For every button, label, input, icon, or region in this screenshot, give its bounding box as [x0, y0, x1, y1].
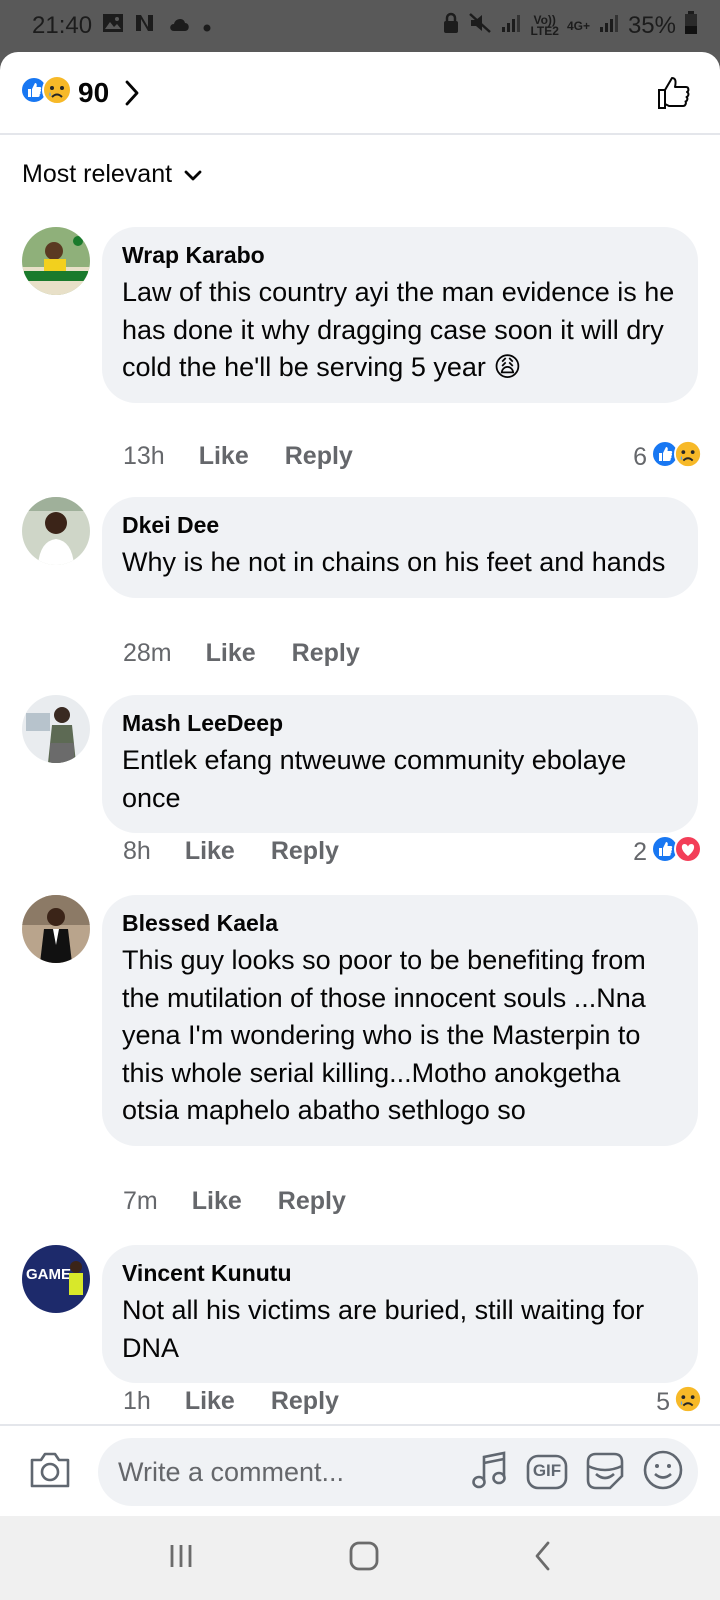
comment-text: Entlek efang ntweuwe community ebolaye o…	[122, 745, 627, 813]
volte-bottom: LTE2	[530, 24, 559, 38]
sort-label: Most relevant	[22, 160, 173, 188]
avatar[interactable]: GAME	[22, 1245, 90, 1313]
comment-reactions[interactable]: 5	[656, 1385, 702, 1420]
comment-text: Law of this country ayi the man evidence…	[122, 277, 675, 382]
comment-time[interactable]: 13h	[123, 442, 165, 471]
reply-button[interactable]: Reply	[271, 1387, 339, 1416]
sad-icon	[674, 440, 702, 475]
like-button[interactable]: Like	[185, 1387, 235, 1416]
comment-bubble[interactable]: Vincent Kunutu Not all his victims are b…	[102, 1245, 698, 1383]
camera-icon[interactable]	[28, 1450, 72, 1495]
comment-reactions[interactable]: 6	[633, 440, 702, 475]
chevron-down-icon	[184, 160, 202, 189]
like-button[interactable]: Like	[199, 442, 249, 471]
comment-time[interactable]: 7m	[123, 1187, 158, 1216]
reply-button[interactable]: Reply	[285, 442, 353, 471]
like-button[interactable]: Like	[206, 639, 256, 668]
netflix-icon	[134, 12, 158, 40]
like-button[interactable]: Like	[192, 1187, 242, 1216]
reaction-icons	[20, 75, 72, 110]
comment-author[interactable]: Dkei Dee	[122, 510, 678, 540]
comment-composer: Write a comment... GIF	[0, 1424, 720, 1516]
comment-placeholder: Write a comment...	[118, 1456, 345, 1487]
mute-icon	[468, 12, 492, 41]
dot-icon	[202, 12, 212, 40]
avatar[interactable]	[22, 497, 90, 565]
gif-icon[interactable]: GIF	[526, 1452, 568, 1492]
comment-actions: 1h Like Reply	[123, 1387, 339, 1416]
avatar[interactable]	[22, 895, 90, 963]
avatar[interactable]	[22, 695, 90, 763]
volte-label: Vo)) LTE2	[530, 14, 559, 38]
comment-author[interactable]: Mash LeeDeep	[122, 708, 678, 738]
comment-time[interactable]: 8h	[123, 837, 151, 866]
comment-actions: 13h Like Reply	[123, 442, 353, 471]
comments-sheet: 90 Most relevant Wrap Karabo Law of this…	[0, 52, 720, 1424]
gif-label: GIF	[532, 1461, 562, 1480]
sad-icon	[674, 1385, 702, 1420]
reply-button[interactable]: Reply	[292, 639, 360, 668]
comment-bubble[interactable]: Blessed Kaela This guy looks so poor to …	[102, 895, 698, 1146]
comment-time[interactable]: 28m	[123, 639, 172, 668]
comment-time[interactable]: 1h	[123, 1387, 151, 1416]
music-icon[interactable]	[470, 1449, 510, 1496]
comment-text: This guy looks so poor to be benefiting …	[122, 945, 646, 1125]
sort-dropdown[interactable]: Most relevant	[22, 160, 202, 189]
status-time: 21:40	[32, 12, 93, 39]
lock-icon	[442, 12, 460, 41]
gallery-icon	[102, 12, 124, 40]
comment-text: Not all his victims are buried, still wa…	[122, 1295, 645, 1363]
like-button[interactable]: Like	[185, 837, 235, 866]
reaction-count: 90	[78, 76, 110, 108]
reaction-count: 6	[633, 443, 647, 471]
reaction-count: 5	[656, 1388, 670, 1416]
avatar[interactable]	[22, 227, 90, 295]
comment-bubble[interactable]: Mash LeeDeep Entlek efang ntweuwe commun…	[102, 695, 698, 833]
comment-author[interactable]: Wrap Karabo	[122, 240, 678, 270]
comment-author[interactable]: Blessed Kaela	[122, 908, 678, 938]
comment-actions: 7m Like Reply	[123, 1187, 346, 1216]
sad-icon	[42, 75, 72, 110]
love-icon	[674, 835, 702, 870]
reactions-header[interactable]: 90	[0, 52, 720, 135]
comment-text: Why is he not in chains on his feet and …	[122, 547, 666, 577]
system-navigation-bar	[0, 1516, 720, 1600]
comment-bubble[interactable]: Dkei Dee Why is he not in chains on his …	[102, 497, 698, 598]
recent-apps-icon[interactable]	[166, 1542, 196, 1575]
sticker-icon[interactable]	[584, 1450, 626, 1495]
signal-icon-2	[598, 12, 620, 40]
comment-bubble[interactable]: Wrap Karabo Law of this country ayi the …	[102, 227, 698, 403]
comment-actions: 8h Like Reply	[123, 837, 339, 866]
comment-actions: 28m Like Reply	[123, 639, 360, 668]
reply-button[interactable]: Reply	[271, 837, 339, 866]
chevron-right-icon[interactable]	[123, 79, 141, 107]
back-icon[interactable]	[532, 1540, 554, 1577]
reply-button[interactable]: Reply	[278, 1187, 346, 1216]
signal-icon	[500, 12, 522, 40]
home-icon[interactable]	[348, 1540, 380, 1577]
network-type: 4G+	[566, 18, 590, 33]
cloud-icon	[168, 12, 192, 40]
comment-input[interactable]: Write a comment... GIF	[98, 1438, 698, 1506]
battery-percent: 35%	[627, 12, 676, 39]
svg-text:GAME: GAME	[26, 1266, 71, 1283]
status-bar: 21:40 Vo)) LTE2 4G+ 35%	[0, 0, 720, 52]
composer-icons: GIF	[470, 1449, 684, 1496]
thumbs-up-outline-icon[interactable]	[656, 75, 692, 111]
comment-author[interactable]: Vincent Kunutu	[122, 1258, 678, 1288]
emoji-icon[interactable]	[642, 1449, 684, 1496]
battery-icon	[684, 10, 698, 42]
comment-reactions[interactable]: 2	[633, 835, 702, 870]
reaction-count: 2	[633, 838, 647, 866]
